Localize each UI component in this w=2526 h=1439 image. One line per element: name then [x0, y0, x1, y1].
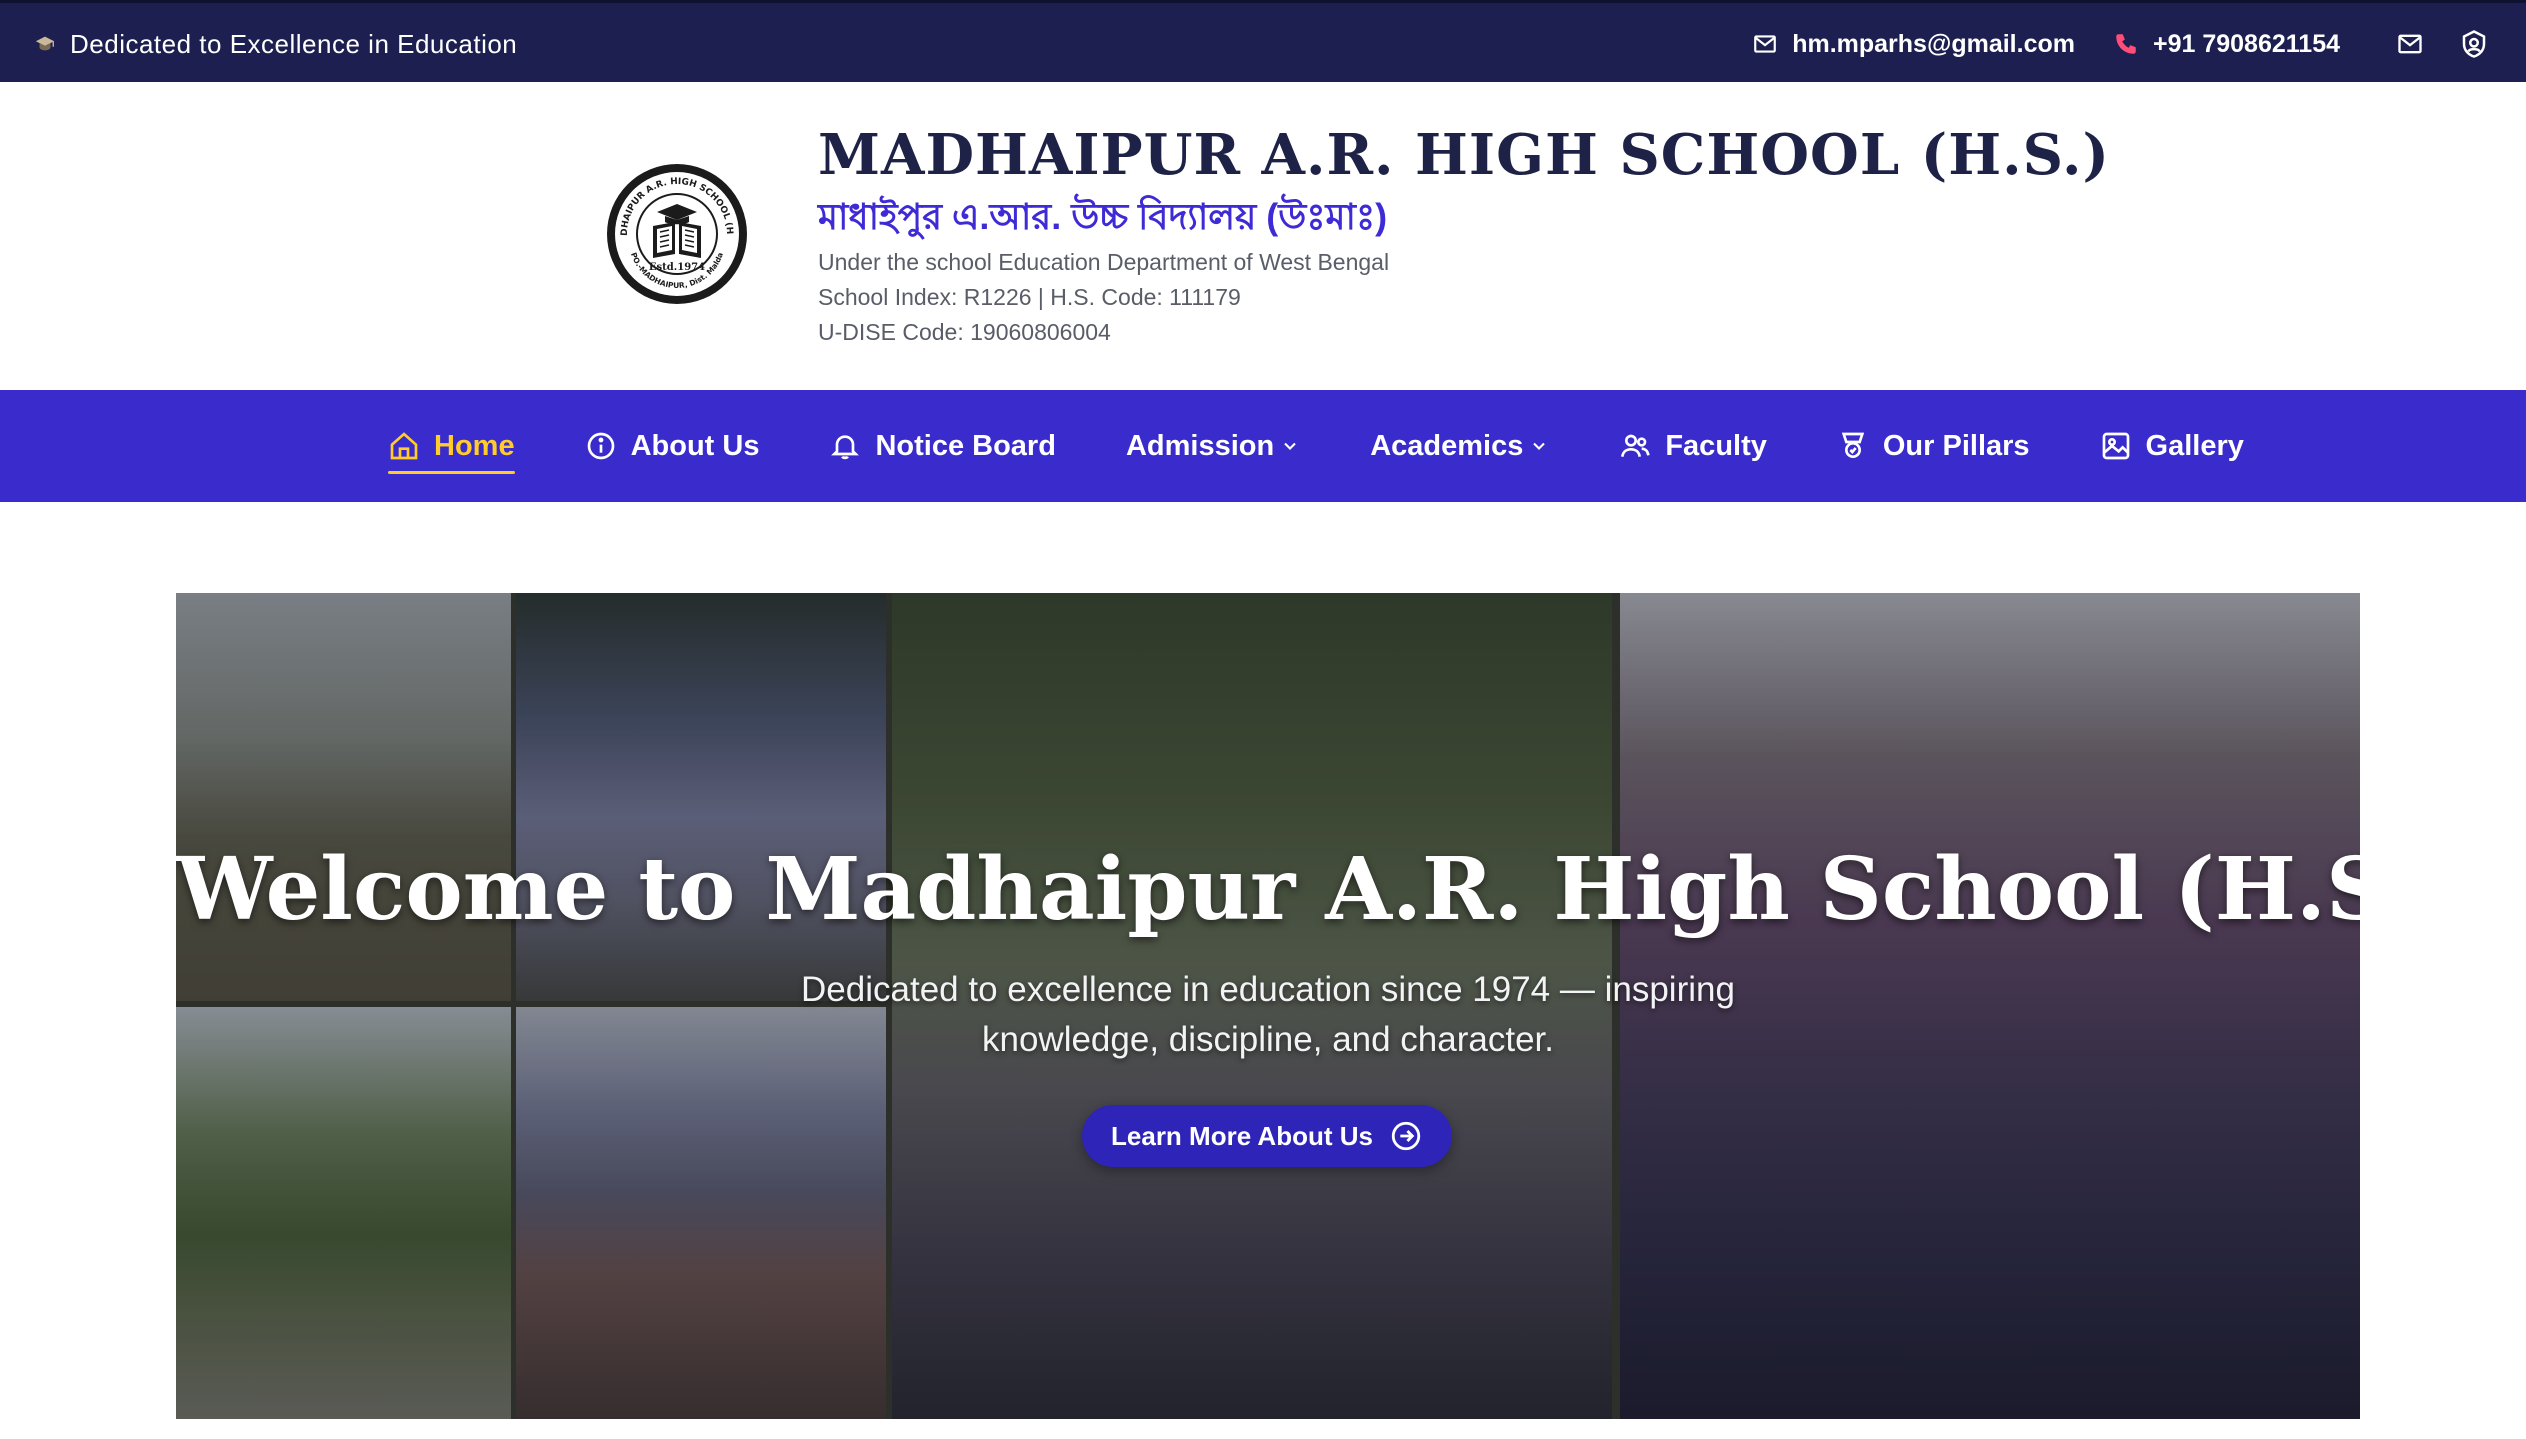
nav-admission-label: Admission: [1125, 429, 1275, 462]
hero-banner: Welcome to Madhaipur A.R. High School (H…: [176, 593, 2360, 1419]
nav-academics-label: Academics: [1370, 429, 1524, 462]
hero-title: Welcome to Madhaipur A.R. High School (H…: [176, 839, 2360, 940]
bell-icon: [831, 435, 860, 460]
nav-gallery-label: Gallery: [2145, 429, 2244, 462]
school-meta: Under the school Education Department of…: [818, 245, 1389, 350]
award-icon: [1841, 432, 1865, 458]
svg-text:Estd.1974: Estd.1974: [649, 262, 705, 273]
info-icon: [587, 432, 614, 460]
chevron-down-icon: [1284, 442, 1296, 450]
nav-notice-label: Notice Board: [875, 429, 1056, 462]
phone-text: +91 7908621154: [2152, 29, 2340, 58]
arrow-right-circle-icon: [1391, 1121, 1421, 1151]
meta-udise-code: U-DISE Code: 19060806004: [818, 319, 1111, 345]
admin-shield-button[interactable]: [2454, 24, 2494, 64]
nav-pillars-label: Our Pillars: [1882, 429, 2030, 462]
tagline-text: Dedicated to Excellence in Education: [70, 28, 518, 59]
nav-faculty[interactable]: Faculty: [1619, 416, 1767, 476]
nav-admission[interactable]: Admission: [1126, 416, 1300, 476]
school-name-bengali: মাধাইপুর এ.আর. উচ্চ বিদ্যালয় (উঃমাঃ): [818, 196, 1388, 237]
email-text: hm.mparhs@gmail.com: [1792, 29, 2075, 58]
learn-more-button[interactable]: Learn More About Us: [1082, 1105, 1452, 1167]
users-icon: [1621, 434, 1650, 457]
nav-our-pillars[interactable]: Our Pillars: [1837, 416, 2030, 476]
meta-index-code: School Index: R1226 | H.S. Code: 111179: [818, 284, 1241, 310]
nav-home-label: Home: [434, 429, 515, 462]
graduation-cap-icon: [35, 36, 55, 51]
mail-button[interactable]: [2390, 24, 2430, 64]
email-link[interactable]: hm.mparhs@gmail.com: [1752, 30, 2075, 59]
home-icon: [390, 432, 418, 460]
nav-home[interactable]: Home: [388, 416, 515, 476]
top-tagline: Dedicated to Excellence in Education: [34, 3, 517, 85]
school-name: MADHAIPUR A.R. HIGH SCHOOL (H.S.): [818, 122, 2111, 188]
hero-subtitle: Dedicated to excellence in education sin…: [801, 970, 1735, 1059]
nav-about-label: About Us: [630, 429, 760, 462]
site-header: MADHAIPUR A.R. HIGH SCHOOL (H.S.) PO.-MA…: [0, 82, 2526, 390]
nav-notice-board[interactable]: Notice Board: [829, 416, 1056, 476]
mail-icon: [1754, 35, 1777, 53]
shield-icon: [2462, 30, 2486, 58]
nav-gallery[interactable]: Gallery: [2100, 416, 2244, 476]
nav-faculty-label: Faculty: [1665, 429, 1767, 462]
nav-about-us[interactable]: About Us: [585, 416, 760, 476]
chevron-down-icon: [1533, 442, 1546, 450]
top-bar: Dedicated to Excellence in Education hm.…: [0, 0, 2526, 82]
phone-link[interactable]: +91 7908621154: [2113, 30, 2340, 59]
learn-more-label: Learn More About Us: [1111, 1120, 1373, 1151]
page-bottom-spacer: [0, 1419, 2526, 1439]
image-icon: [2102, 432, 2129, 460]
school-seal-icon: MADHAIPUR A.R. HIGH SCHOOL (H.S.) PO.-MA…: [601, 155, 747, 304]
mail-icon: [2398, 34, 2422, 54]
meta-department: Under the school Education Department of…: [818, 249, 1390, 275]
nav-academics[interactable]: Academics: [1370, 416, 1549, 476]
main-nav: Home About Us Notice Board Admission Aca: [0, 390, 2526, 502]
phone-icon: [2116, 34, 2136, 54]
school-logo[interactable]: MADHAIPUR A.R. HIGH SCHOOL (H.S.) PO.-MA…: [601, 155, 750, 307]
